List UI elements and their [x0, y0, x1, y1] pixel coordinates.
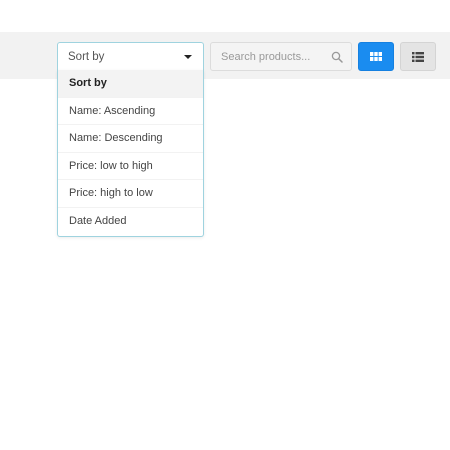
- grid-view-button[interactable]: [358, 42, 394, 71]
- sort-option-default[interactable]: Sort by: [58, 70, 203, 98]
- sort-option-label: Name: Ascending: [69, 104, 156, 117]
- list-view-icon: [412, 51, 424, 62]
- list-view-button[interactable]: [400, 42, 436, 71]
- search-box: [210, 42, 352, 71]
- sort-select-value: Sort by: [68, 50, 105, 63]
- sort-option-price-desc[interactable]: Price: high to low: [58, 180, 203, 208]
- sort-option-label: Date Added: [69, 215, 127, 228]
- sort-option-name-desc[interactable]: Name: Descending: [58, 125, 203, 153]
- sort-option-label: Price: low to high: [69, 159, 153, 172]
- sort-select[interactable]: Sort by: [57, 42, 204, 71]
- grid-view-icon: [370, 52, 382, 61]
- search-input[interactable]: [221, 43, 329, 70]
- sort-option-label: Price: high to low: [69, 187, 153, 200]
- sort-option-name-asc[interactable]: Name: Ascending: [58, 98, 203, 125]
- sort-option-label: Name: Descending: [69, 132, 163, 145]
- sort-option-date-added[interactable]: Date Added: [58, 208, 203, 236]
- sort-option-label: Sort by: [69, 77, 107, 90]
- caret-down-icon: [184, 54, 192, 59]
- search-icon[interactable]: [331, 51, 343, 63]
- sort-option-price-asc[interactable]: Price: low to high: [58, 153, 203, 180]
- sort-dropdown-menu: Sort by Name: Ascending Name: Descending…: [57, 70, 204, 237]
